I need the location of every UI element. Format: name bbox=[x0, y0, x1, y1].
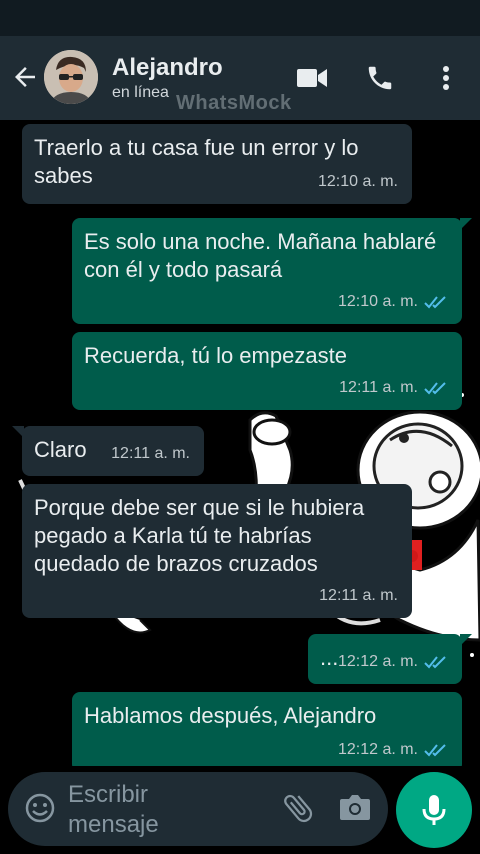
status-bar bbox=[0, 0, 480, 36]
message-time: 12:12 a. m. bbox=[337, 741, 418, 758]
double-check-read-icon bbox=[424, 744, 446, 757]
bubble-tail bbox=[12, 426, 24, 438]
mic-button[interactable] bbox=[396, 772, 472, 848]
message-meta: 12:12 a. m. bbox=[338, 648, 448, 676]
message-text: Es solo una noche. Mañana hablaré con él… bbox=[84, 229, 437, 282]
message-text: Hablamos después, Alejandro bbox=[84, 703, 377, 728]
attach-clip-icon[interactable] bbox=[280, 790, 316, 826]
phone-icon[interactable] bbox=[362, 60, 398, 96]
contact-status: en línea bbox=[112, 84, 169, 101]
chat-area[interactable]: Traerlo a tu casa fue un error y lo sabe… bbox=[0, 120, 480, 766]
message-input-bar[interactable]: Escribir mensaje bbox=[8, 772, 388, 846]
bubble-tail bbox=[460, 634, 472, 646]
double-check-read-icon bbox=[424, 382, 446, 395]
message-time: 12:11 a. m. bbox=[339, 379, 418, 396]
message-meta: 12:10 a. m. bbox=[318, 168, 398, 196]
message-time: 12:12 a. m. bbox=[337, 653, 418, 670]
message-time: 12:10 a. m. bbox=[317, 173, 398, 190]
message-meta: 12:10 a. m. bbox=[338, 288, 448, 316]
message-bubble-outgoing[interactable]: Es solo una noche. Mañana hablaré con él… bbox=[72, 218, 472, 324]
message-time: 12:11 a. m. bbox=[319, 587, 398, 604]
message-meta: 12:11 a. m. bbox=[319, 582, 398, 610]
message-bubble-outgoing[interactable]: ... 12:12 a. m. bbox=[308, 634, 472, 684]
message-meta: 12:11 a. m. bbox=[339, 374, 448, 402]
emoji-icon[interactable] bbox=[24, 792, 56, 824]
message-bubble-incoming[interactable]: Porque debe ser que si le hubiera pegado… bbox=[22, 484, 412, 618]
message-meta: 12:11 a. m. bbox=[111, 440, 190, 468]
avatar[interactable] bbox=[44, 50, 98, 104]
message-input-placeholder[interactable]: Escribir mensaje bbox=[68, 780, 228, 840]
more-vert-icon[interactable] bbox=[428, 60, 464, 96]
contact-name[interactable]: Alejandro bbox=[112, 54, 223, 82]
message-text: Porque debe ser que si le hubiera pegado… bbox=[34, 495, 365, 576]
double-check-read-icon bbox=[424, 296, 446, 309]
message-text: Recuerda, tú lo empezaste bbox=[84, 343, 347, 368]
message-meta: 12:12 a. m. bbox=[338, 736, 448, 764]
message-bubble-incoming[interactable]: Claro 12:11 a. m. bbox=[12, 426, 204, 476]
double-check-read-icon bbox=[424, 656, 446, 669]
message-bubble-incoming[interactable]: Traerlo a tu casa fue un error y lo sabe… bbox=[22, 124, 412, 204]
message-bubble-outgoing[interactable]: Recuerda, tú lo empezaste 12:11 a. m. bbox=[72, 332, 462, 410]
message-bubble-outgoing[interactable]: Hablamos después, Alejandro 12:12 a. m. bbox=[72, 692, 462, 766]
chat-header: Alejandro en línea WhatsMock bbox=[0, 36, 480, 120]
camera-icon[interactable] bbox=[338, 792, 374, 824]
watermark-text: WhatsMock bbox=[176, 92, 292, 114]
video-call-icon[interactable] bbox=[294, 60, 330, 96]
mic-icon bbox=[422, 795, 446, 825]
bubble-tail bbox=[460, 218, 472, 230]
message-time: 12:10 a. m. bbox=[337, 293, 418, 310]
message-time: 12:11 a. m. bbox=[111, 445, 190, 462]
back-arrow-icon[interactable] bbox=[10, 62, 40, 92]
